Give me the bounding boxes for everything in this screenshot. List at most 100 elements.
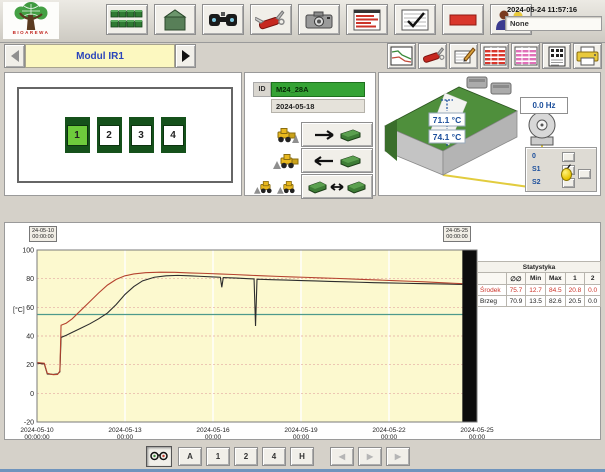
tunnel-button[interactable] bbox=[154, 4, 196, 35]
svg-text:00:00: 00:00 bbox=[205, 434, 222, 441]
svg-text:00:00: 00:00 bbox=[117, 434, 134, 441]
range-2-button[interactable]: 2 bbox=[234, 447, 258, 466]
stats-col-max: Max bbox=[545, 273, 565, 285]
control-row-0: 0 ✓ bbox=[532, 150, 596, 163]
chevron-right-icon bbox=[182, 50, 190, 62]
range-start-label: 24-05-10 00:00:00 bbox=[29, 226, 57, 242]
module-prev-button[interactable] bbox=[4, 44, 25, 68]
trend-chart-section: 24-05-10 00:00:00 24-05-25 00:00:00 [°C]… bbox=[4, 222, 601, 440]
report-button[interactable] bbox=[542, 43, 571, 69]
zone-selector-box: 1 2 3 4 bbox=[17, 87, 233, 183]
range-1-button[interactable]: 1 bbox=[206, 447, 230, 466]
scroll-right-button[interactable]: ▶ bbox=[358, 447, 382, 466]
stats-col-2: 2 bbox=[585, 273, 601, 285]
lamp-button[interactable] bbox=[578, 169, 591, 179]
module-title: Modul IR1 bbox=[25, 44, 175, 68]
pallets-button[interactable] bbox=[106, 4, 148, 35]
camera-button[interactable] bbox=[298, 4, 340, 35]
binoculars-button[interactable] bbox=[202, 4, 244, 35]
report-icon bbox=[547, 46, 567, 67]
top-toolbar: BIOAREWA bbox=[0, 0, 605, 43]
id-label: ID bbox=[253, 82, 271, 97]
checklist-button[interactable] bbox=[394, 4, 436, 35]
zone-number: 1 bbox=[67, 125, 88, 146]
red-banner-button[interactable] bbox=[442, 4, 484, 35]
tools-button[interactable] bbox=[250, 4, 292, 35]
module-next-button[interactable] bbox=[175, 44, 196, 68]
red-banner-icon bbox=[448, 11, 478, 29]
company-logo: BIOAREWA bbox=[3, 2, 59, 39]
trend-button[interactable] bbox=[387, 43, 416, 69]
arrow-left-block-icon bbox=[311, 153, 363, 169]
chart-toolbar bbox=[387, 43, 602, 69]
control-label: 0 bbox=[532, 153, 548, 160]
svg-text:40: 40 bbox=[26, 334, 34, 341]
stats-col-avg: ∅∅ bbox=[506, 273, 526, 285]
zone-button-2[interactable]: 2 bbox=[97, 117, 122, 153]
edit-note-button[interactable] bbox=[449, 43, 478, 69]
table-red-icon bbox=[483, 46, 507, 66]
batch-id-value: M24_28A bbox=[271, 82, 365, 97]
loader-icon bbox=[273, 152, 299, 170]
tools-icon bbox=[421, 47, 445, 65]
stats-row-srodek: Środek 75.7 12.7 84.5 20.8 0.0 bbox=[478, 285, 601, 296]
range-4-button[interactable]: 4 bbox=[262, 447, 286, 466]
zone-number: 4 bbox=[163, 125, 184, 146]
range-h-button[interactable]: H bbox=[290, 447, 314, 466]
control-button-0[interactable]: ✓ bbox=[562, 152, 575, 162]
tunnel-icon bbox=[161, 8, 189, 32]
fan-frequency: 0.0 Hz bbox=[520, 97, 568, 114]
scroll-left-button[interactable]: ◀ bbox=[330, 447, 354, 466]
range-end-label: 24-05-25 00:00:00 bbox=[443, 226, 471, 242]
range-all-button[interactable]: A bbox=[178, 447, 202, 466]
tools-icon bbox=[255, 9, 287, 31]
zone-number: 2 bbox=[99, 125, 120, 146]
loader-icon bbox=[254, 179, 276, 195]
loader-icon bbox=[277, 179, 299, 195]
svg-text:2024-05-25: 2024-05-25 bbox=[460, 427, 494, 434]
stats-col-min: Min bbox=[526, 273, 546, 285]
svg-text:2024-05-19: 2024-05-19 bbox=[284, 427, 318, 434]
logo-text: BIOAREWA bbox=[13, 30, 50, 35]
module-selector: Modul IR1 bbox=[4, 44, 196, 68]
zoom-mode-button[interactable] bbox=[146, 446, 172, 467]
range-end-time: 00:00:00 bbox=[446, 234, 468, 240]
table-pink-button[interactable] bbox=[511, 43, 540, 69]
zone-button-3[interactable]: 3 bbox=[129, 117, 154, 153]
load-out-button[interactable] bbox=[301, 148, 373, 173]
tunnel-gable bbox=[385, 119, 397, 161]
arrow-right-block-icon bbox=[311, 127, 363, 143]
chevron-left-icon: ◀ bbox=[339, 452, 345, 461]
temp-bottom-value: 74.1 °C bbox=[433, 132, 461, 142]
chevron-right-icon: ▶ bbox=[395, 452, 401, 461]
range-start-time: 00:00:00 bbox=[32, 234, 54, 240]
scroll-end-button[interactable]: ▶ bbox=[386, 447, 410, 466]
svg-text:2024-05-10: 2024-05-10 bbox=[20, 427, 54, 434]
transfer-button[interactable] bbox=[301, 174, 373, 199]
camera-icon bbox=[304, 9, 334, 31]
print-button[interactable] bbox=[573, 43, 602, 69]
zone-button-4[interactable]: 4 bbox=[161, 117, 186, 153]
svg-text:00:00: 00:00 bbox=[293, 434, 310, 441]
batch-date: 2024-05-18 bbox=[271, 99, 365, 113]
tools-chart-button[interactable] bbox=[418, 43, 447, 69]
control-label: S1 bbox=[532, 166, 548, 173]
edit-note-icon bbox=[452, 46, 476, 66]
zone-button-1[interactable]: 1 bbox=[65, 117, 90, 153]
chevron-left-icon bbox=[11, 50, 19, 62]
tree-logo-icon bbox=[8, 2, 54, 30]
table-red-button[interactable] bbox=[480, 43, 509, 69]
main-toolbar bbox=[106, 4, 532, 35]
datetime-display: 2024-05-24 11:57:16 bbox=[505, 3, 602, 16]
batch-id-row: ID M24_28A bbox=[253, 82, 365, 97]
temperature-trend-plot[interactable]: 2024-05-1000:00:002024-05-1300:002024-05… bbox=[5, 243, 510, 443]
svg-text:2024-05-13: 2024-05-13 bbox=[108, 427, 142, 434]
glasses-icon bbox=[150, 450, 168, 462]
report-table-button[interactable] bbox=[346, 4, 388, 35]
table-pink-icon bbox=[514, 46, 538, 66]
load-in-button[interactable] bbox=[301, 122, 373, 147]
pallets-icon bbox=[110, 9, 144, 31]
loader-icon bbox=[273, 126, 299, 144]
report-table-icon bbox=[352, 9, 382, 31]
svg-text:-20: -20 bbox=[24, 420, 34, 427]
